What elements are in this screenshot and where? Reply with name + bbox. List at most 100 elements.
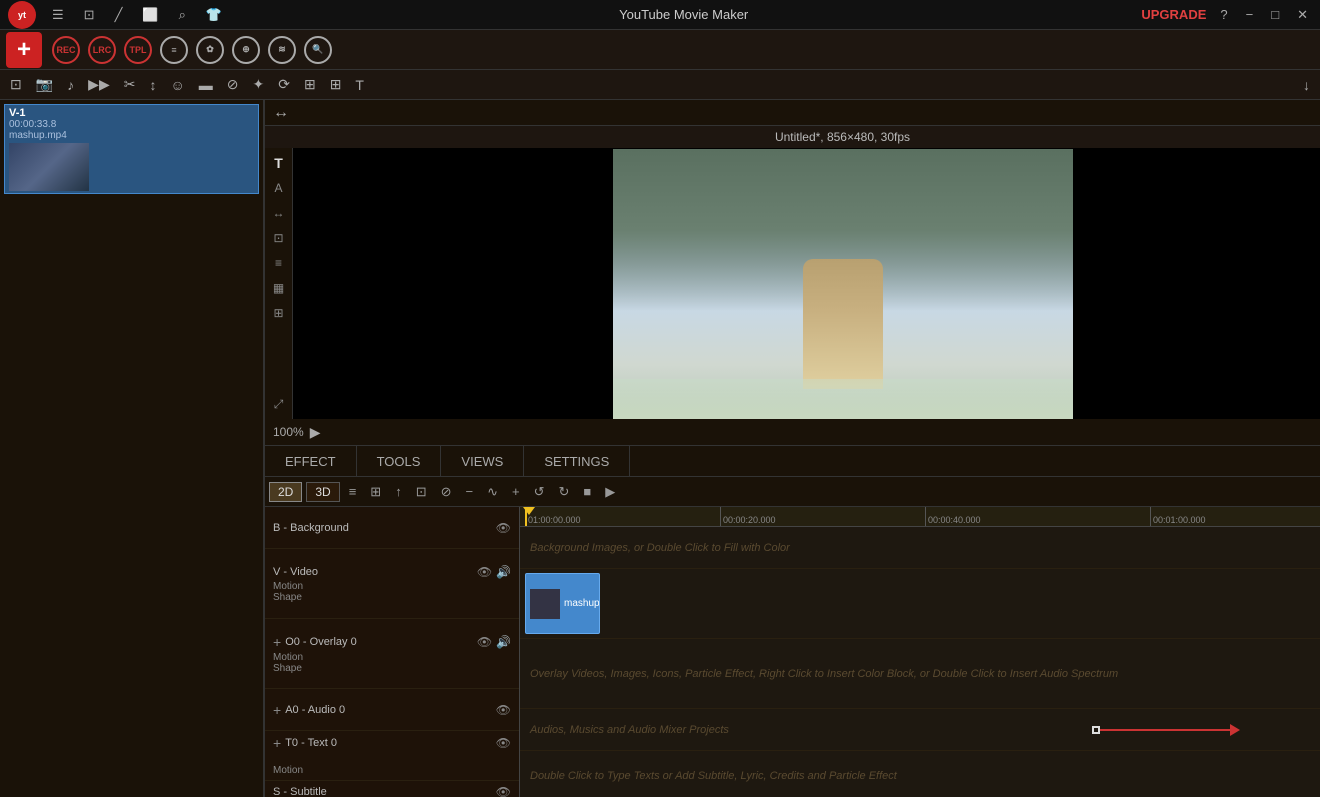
media-item-filename: mashup.mp4 bbox=[9, 130, 254, 141]
timeline: 2D 3D ≡ ⊞ ↑ ⊡ ⊘ − ∿ + ↺ ↻ ■ ▶ EDIT bbox=[265, 477, 1320, 797]
add-button[interactable]: + bbox=[6, 32, 42, 68]
track-background-eye[interactable]: 👁 bbox=[496, 521, 511, 535]
sub-tb-btn-7[interactable]: ▬ bbox=[195, 75, 217, 95]
tl-plus-btn[interactable]: + bbox=[507, 482, 525, 501]
vert-tool-bar[interactable]: ⊞ bbox=[268, 302, 290, 324]
tl-up-btn[interactable]: ↑ bbox=[390, 482, 407, 501]
track-overlay-eye[interactable]: 👁 bbox=[477, 635, 492, 649]
tl-play-btn[interactable]: ▶ bbox=[600, 482, 620, 502]
sub-tb-btn-12[interactable]: ⊞ bbox=[326, 74, 346, 95]
search-icon: 🔍 bbox=[304, 36, 332, 64]
tpl-button[interactable]: TPL bbox=[122, 34, 154, 66]
sub-tb-btn-6[interactable]: ☺ bbox=[166, 75, 188, 95]
sub-tb-btn-11[interactable]: ⊞ bbox=[300, 74, 320, 95]
arrow-line bbox=[1100, 729, 1230, 731]
track-audio-add[interactable]: + bbox=[273, 702, 281, 718]
media-library-panel: V-1 00:00:33.8 mashup.mp4 bbox=[0, 100, 265, 797]
mix-button[interactable]: ⊕ bbox=[230, 34, 262, 66]
sub-tb-btn-0[interactable]: ⊡ bbox=[6, 74, 26, 95]
tl-cut-btn[interactable]: ⊘ bbox=[436, 482, 457, 502]
tab-views[interactable]: VIEWS bbox=[441, 446, 524, 476]
track-label-audio: + A0 - Audio 0 👁 bbox=[265, 689, 519, 731]
tb-icon-2[interactable]: ⊡ bbox=[80, 7, 99, 23]
track-row-audio: Audios, Musics and Audio Mixer Projects bbox=[520, 709, 1320, 751]
track-video-speaker[interactable]: 🔊 bbox=[496, 565, 511, 579]
tb-icon-1[interactable]: ☰ bbox=[48, 7, 68, 23]
sub-tb-btn-5[interactable]: ↕ bbox=[145, 75, 160, 95]
menu-button[interactable]: ≡ bbox=[158, 34, 190, 66]
sub-tb-btn-2[interactable]: ♪ bbox=[63, 75, 78, 95]
close-button[interactable]: ✕ bbox=[1293, 7, 1312, 23]
lrc-button[interactable]: LRC bbox=[86, 34, 118, 66]
tl-grid-btn[interactable]: ⊞ bbox=[365, 482, 386, 502]
track-video-eye[interactable]: 👁 bbox=[477, 565, 492, 579]
video-clip-mashup[interactable]: mashup bbox=[525, 573, 600, 634]
timeline-toolbar: 2D 3D ≡ ⊞ ↑ ⊡ ⊘ − ∿ + ↺ ↻ ■ ▶ EDIT bbox=[265, 477, 1320, 507]
vert-tool-arrow[interactable]: ↔ bbox=[268, 202, 290, 224]
search-button[interactable]: 🔍 bbox=[302, 34, 334, 66]
sub-tb-btn-13[interactable]: T bbox=[351, 75, 368, 95]
vert-tool-fit[interactable]: ⊡ bbox=[268, 227, 290, 249]
track-video-sub: MotionShape bbox=[273, 581, 303, 603]
track-overlay-speaker[interactable]: 🔊 bbox=[496, 635, 511, 649]
tb-icon-4[interactable]: ⬜ bbox=[138, 7, 162, 23]
upgrade-label[interactable]: UPGRADE bbox=[1141, 7, 1206, 22]
track-overlay-sub: MotionShape bbox=[273, 652, 303, 674]
tb-icon-5[interactable]: ⌕ bbox=[175, 7, 190, 23]
track-subtitle-eye[interactable]: 👁 bbox=[496, 785, 511, 797]
preview-bottom: 100% ▶ 00:00:00.000 bbox=[265, 419, 1320, 445]
sub-tb-btn-import[interactable]: ↓ bbox=[1299, 75, 1314, 95]
zoom-level: 100% bbox=[273, 425, 304, 439]
tl-fit-btn[interactable]: ⊡ bbox=[411, 482, 432, 502]
track-area: 01:00:00.000 00:00:20.000 00:00:40.000 0… bbox=[520, 507, 1320, 797]
sub-tb-btn-3[interactable]: ▶▶ bbox=[84, 74, 114, 95]
subtitle-button[interactable]: ≋ bbox=[266, 34, 298, 66]
tab-effect[interactable]: EFFECT bbox=[265, 446, 357, 476]
sub-tb-btn-4[interactable]: ✂ bbox=[120, 74, 140, 95]
tab-bar: EFFECT TOOLS VIEWS SETTINGS bbox=[265, 445, 1320, 477]
sub-toolbar: ⊡ 📷 ♪ ▶▶ ✂ ↕ ☺ ▬ ⊘ ✦ ⟳ ⊞ ⊞ T ↓ bbox=[0, 70, 1320, 100]
media-item-thumbnail bbox=[9, 143, 89, 191]
help-button[interactable]: ? bbox=[1216, 7, 1231, 22]
play-button[interactable]: ▶ bbox=[310, 424, 321, 441]
mode-3d[interactable]: 3D bbox=[306, 482, 339, 502]
titlebar-right: UPGRADE ? − □ ✕ bbox=[1141, 7, 1312, 23]
track-video-name: V - Video bbox=[273, 566, 318, 578]
track-text-add[interactable]: + bbox=[273, 735, 281, 751]
tl-undo-btn[interactable]: ↺ bbox=[529, 482, 550, 502]
track-overlay-add[interactable]: + bbox=[273, 634, 281, 650]
sub-tb-btn-1[interactable]: 📷 bbox=[32, 74, 57, 95]
track-text-sub: Motion bbox=[273, 765, 303, 776]
vert-tool-a[interactable]: A bbox=[268, 177, 290, 199]
track-label-overlay: + O0 - Overlay 0 👁 🔊 MotionShape bbox=[265, 619, 519, 689]
effect-button[interactable]: ✿ bbox=[194, 34, 226, 66]
tb-icon-3[interactable]: ╱ bbox=[111, 7, 127, 23]
ruler-mark-3: 00:01:00.000 bbox=[1150, 507, 1206, 527]
mode-2d[interactable]: 2D bbox=[269, 482, 302, 502]
tl-list-btn[interactable]: ≡ bbox=[344, 482, 362, 501]
tb-icon-6[interactable]: 👕 bbox=[202, 7, 226, 23]
vert-tool-t[interactable]: T bbox=[268, 152, 290, 174]
track-labels: B - Background 👁 V - Video 👁 🔊 bbox=[265, 507, 520, 797]
media-item[interactable]: V-1 00:00:33.8 mashup.mp4 bbox=[4, 104, 259, 194]
track-audio-eye[interactable]: 👁 bbox=[496, 703, 511, 717]
minimize-button[interactable]: − bbox=[1242, 7, 1258, 22]
maximize-button[interactable]: □ bbox=[1267, 7, 1283, 22]
sub-tb-btn-9[interactable]: ✦ bbox=[248, 74, 268, 95]
track-text-eye[interactable]: 👁 bbox=[496, 736, 511, 750]
logo-text: yt bbox=[18, 10, 26, 20]
rec-button[interactable]: REC bbox=[50, 34, 82, 66]
tab-tools[interactable]: TOOLS bbox=[357, 446, 442, 476]
center-area: ↔ Untitled*, 856×480, 30fps T A ↔ ⊡ ≡ ▦ … bbox=[265, 100, 1320, 797]
preview-arrow-icon: ↔ bbox=[273, 104, 289, 122]
vert-tool-menu[interactable]: ≡ bbox=[268, 252, 290, 274]
tl-minus-btn[interactable]: − bbox=[461, 482, 479, 501]
vert-tool-grid[interactable]: ▦ bbox=[268, 277, 290, 299]
vert-tool-resize[interactable]: ⤢ bbox=[268, 393, 290, 415]
tab-settings[interactable]: SETTINGS bbox=[524, 446, 630, 476]
tl-wave-btn[interactable]: ∿ bbox=[482, 482, 503, 502]
sub-tb-btn-10[interactable]: ⟳ bbox=[274, 74, 294, 95]
sub-tb-btn-8[interactable]: ⊘ bbox=[223, 74, 243, 95]
tl-stop-btn[interactable]: ■ bbox=[578, 482, 596, 501]
tl-redo-btn[interactable]: ↻ bbox=[554, 482, 575, 502]
